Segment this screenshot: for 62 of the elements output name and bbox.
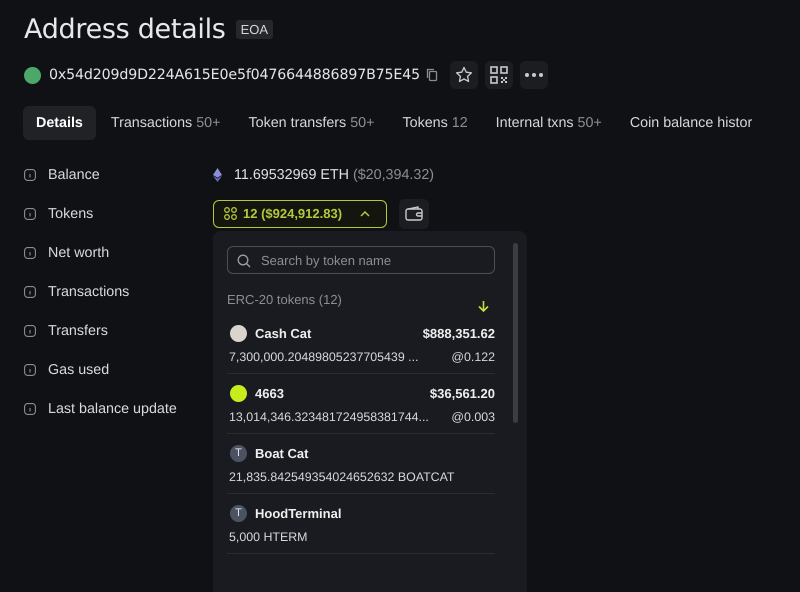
qr-code-button[interactable]: [484, 61, 513, 89]
info-icon[interactable]: [24, 402, 36, 414]
info-icon[interactable]: [24, 168, 36, 180]
section-heading: ERC-20 tokens (12): [227, 292, 342, 307]
search-icon: [237, 254, 251, 268]
info-icon[interactable]: [24, 246, 36, 258]
token-amount: 7,300,000.20489805237705439 ...: [229, 350, 418, 364]
tab[interactable]: Coin balance histor: [616, 106, 766, 140]
token-price: @0.003: [451, 410, 495, 424]
token-value: $888,351.62: [422, 326, 495, 340]
token-logo-icon: [230, 384, 247, 402]
token-price: @0.122: [451, 350, 495, 364]
tab[interactable]: Details: [23, 106, 96, 140]
page-title: Address details: [24, 14, 226, 45]
star-icon: [454, 65, 474, 85]
token-amount: 5,000 HTERM: [229, 530, 308, 544]
info-icon[interactable]: [24, 286, 36, 298]
tab[interactable]: Token transfers 50+: [235, 106, 388, 140]
detail-label: Transactions: [48, 284, 130, 300]
detail-label: Transfers: [48, 322, 108, 338]
grid-circles-icon: [224, 207, 237, 220]
detail-label: Net worth: [48, 244, 110, 260]
token-name: HoodTerminal: [255, 506, 342, 520]
copy-icon[interactable]: [426, 68, 438, 82]
detail-label: Balance: [48, 166, 100, 182]
tab[interactable]: Tokens 12: [389, 106, 481, 140]
ethereum-icon: [213, 168, 222, 182]
token-value: $36,561.20: [430, 386, 495, 400]
token-letter-icon: T: [230, 444, 247, 462]
token-name: Boat Cat: [255, 446, 308, 460]
token-image-placeholder: [230, 324, 247, 342]
more-options-button[interactable]: [520, 61, 548, 89]
address-hash: 0x54d209d9D224A615E0e5f0476644886897B75E45: [49, 67, 420, 83]
tab[interactable]: Internal txns 50+: [482, 106, 615, 140]
more-dots-icon: [524, 73, 543, 77]
info-icon[interactable]: [24, 324, 36, 336]
address-avatar-icon: [24, 66, 41, 84]
detail-label: Gas used: [48, 362, 110, 378]
wallet-button[interactable]: [399, 198, 429, 228]
token-list-item[interactable]: 4663 $36,561.20 13,014,346.323481724958381744... @0.003: [227, 374, 495, 434]
info-icon[interactable]: [24, 364, 36, 376]
account-type-badge: EOA: [236, 20, 274, 39]
token-list-item[interactable]: T HoodTerminal 5,000 HTERM: [227, 494, 495, 554]
caret-icon: [360, 210, 370, 216]
qr-code-icon: [490, 66, 508, 84]
token-amount: 13,014,346.323481724958381744...: [229, 410, 429, 424]
token-amount: 21,835.842549354024652632 BOATCAT: [229, 470, 454, 484]
wallet-icon: [405, 206, 423, 221]
token-letter-icon: T: [230, 504, 247, 522]
favorite-button[interactable]: [450, 61, 478, 89]
tokens-dropdown-button[interactable]: 12 ($924,912.83): [213, 200, 387, 228]
info-icon[interactable]: [24, 208, 36, 220]
sort-arrow-icon[interactable]: [478, 300, 489, 312]
token-name: Cash Cat: [255, 326, 312, 340]
token-list-item[interactable]: Cash Cat $888,351.62 7,300,000.20489805237705439 ... @0.122: [227, 312, 495, 374]
tab[interactable]: Transactions 50+: [98, 106, 234, 140]
token-search-field[interactable]: Search by token name: [227, 246, 495, 274]
detail-label: Tokens: [48, 206, 94, 222]
token-name: 4663: [255, 386, 284, 400]
token-list-item[interactable]: T Boat Cat 21,835.842549354024652632 BOATCAT: [227, 434, 495, 494]
balance-value: 11.69532969 ETH ($20,394.32): [234, 166, 434, 182]
detail-label: Last balance update: [48, 400, 177, 416]
